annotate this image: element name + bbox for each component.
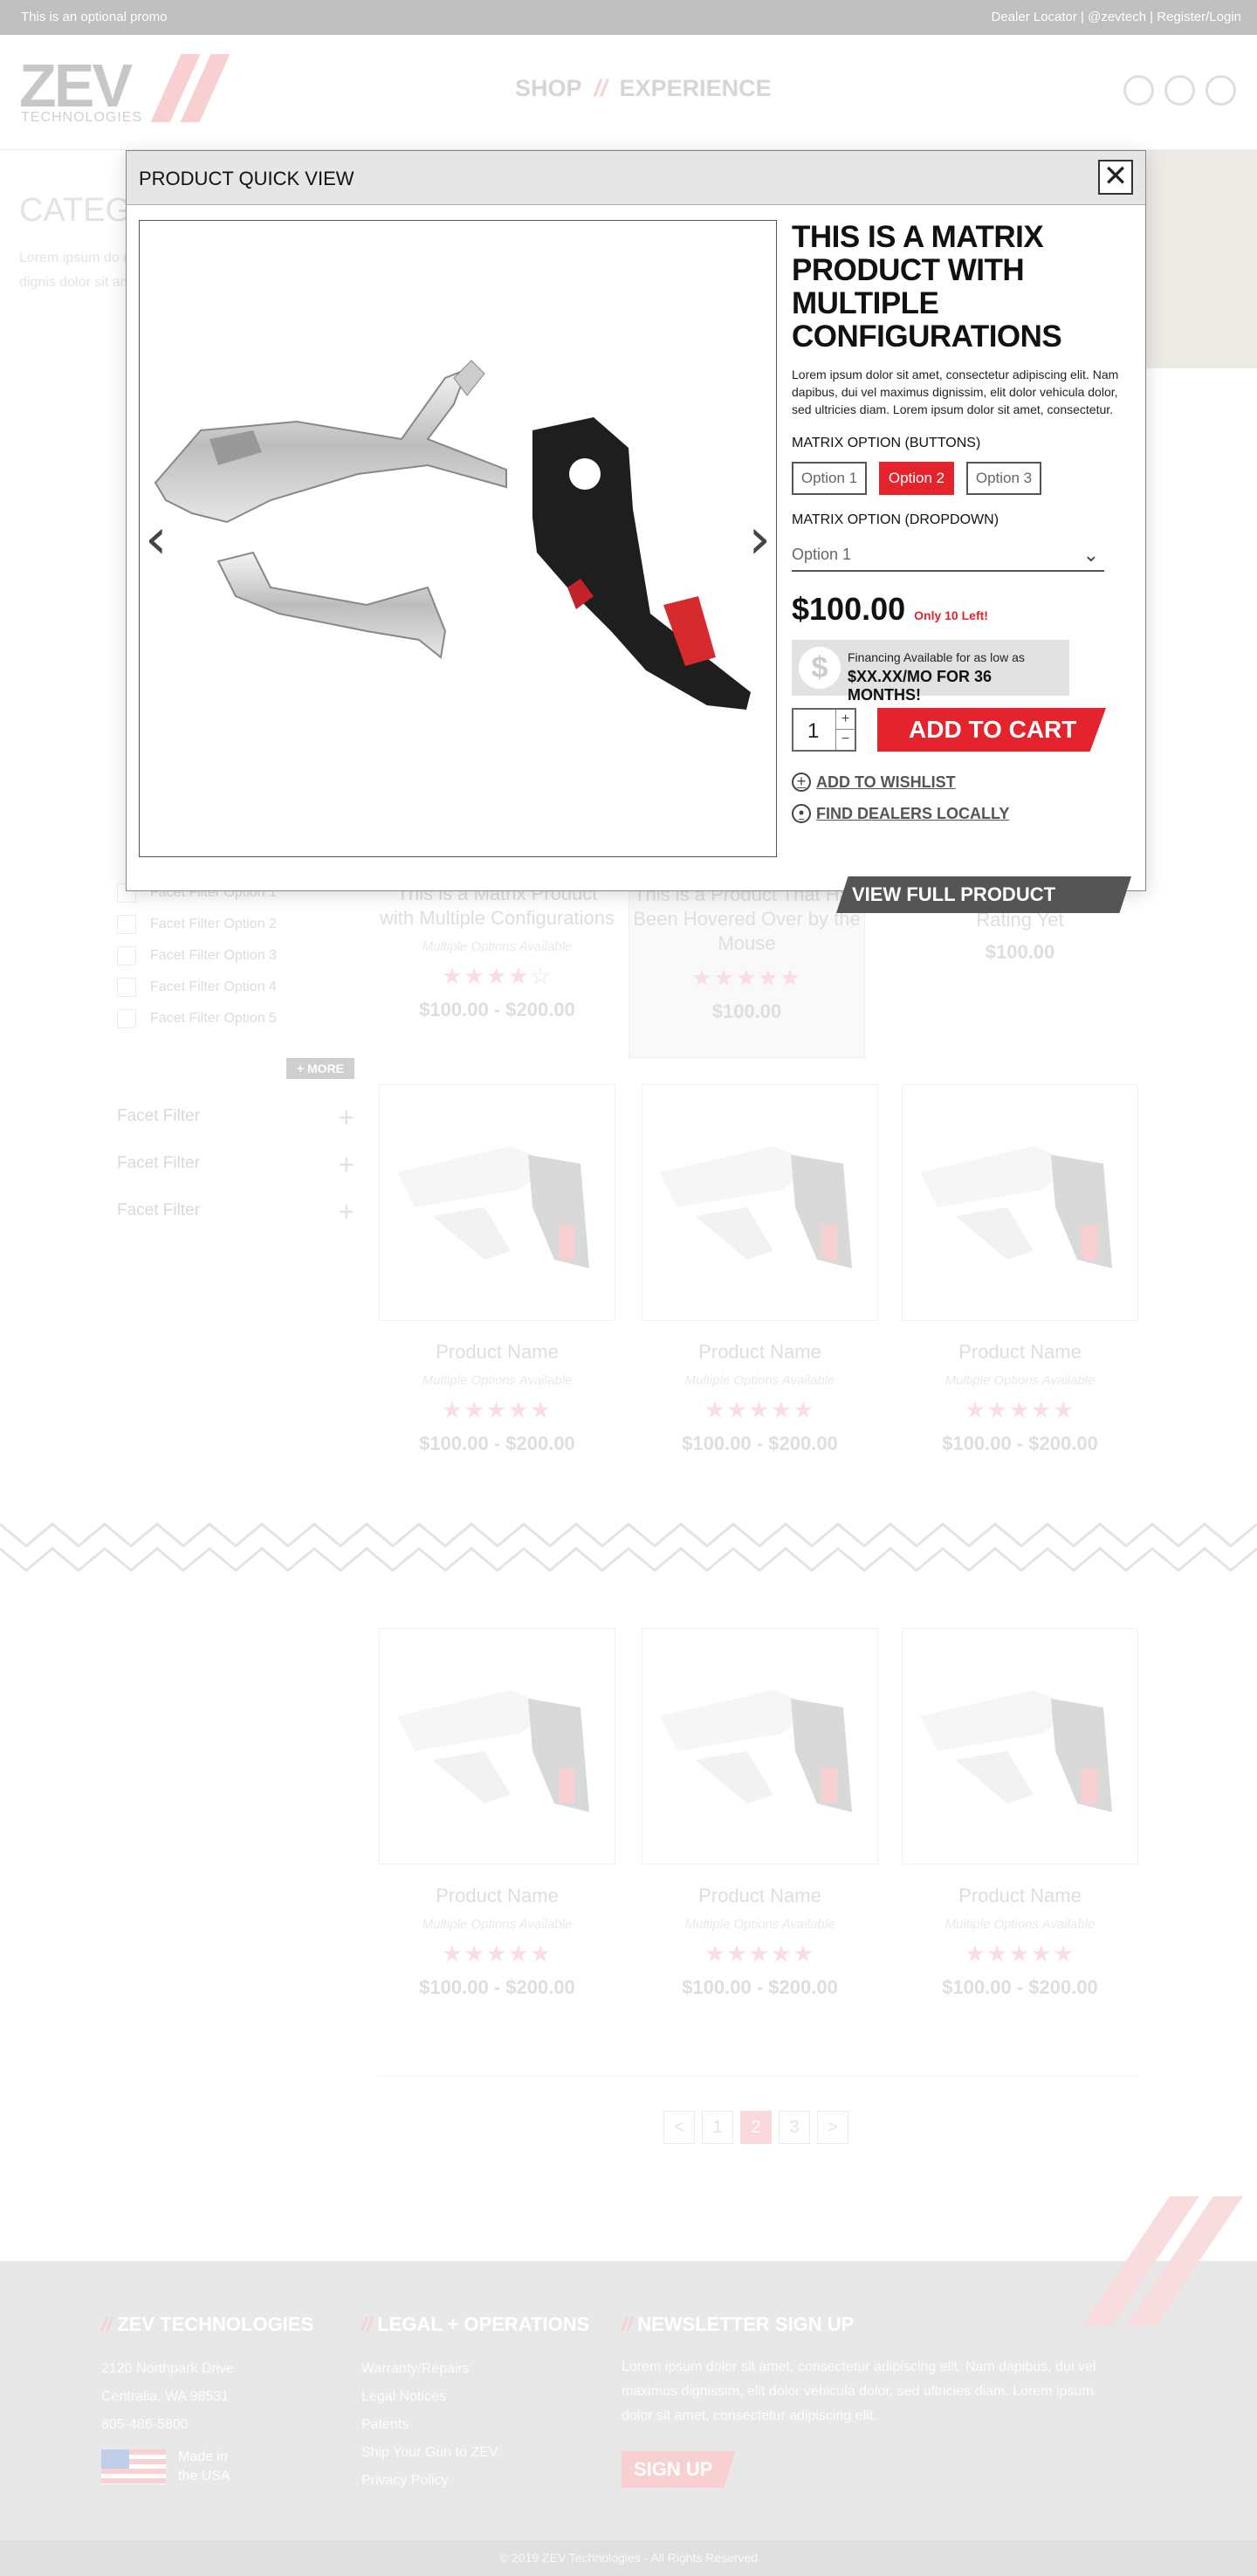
dropdown-value: Option 1 [792,546,852,563]
financing-banner[interactable]: $ Financing Available for as low as $XX.… [792,640,1069,704]
modal-title: PRODUCT QUICK VIEW [139,168,354,189]
quantity-plus-button[interactable]: + [835,710,855,730]
plus-circle-icon: + [792,773,811,792]
add-to-wishlist-link[interactable]: + ADD TO WISHLIST [792,773,1137,792]
chevron-down-icon: ⌄ [1082,544,1099,566]
quantity-stepper[interactable]: 1 + − [792,708,856,752]
view-full-details-button[interactable]: VIEW FULL PRODUCT DETAILS [836,876,1131,913]
dealers-label: FIND DEALERS LOCALLY [816,804,1010,822]
quantity-minus-button[interactable]: − [835,730,855,750]
product-gallery: ‹ › [139,220,777,857]
quantity-value[interactable]: 1 [807,719,819,744]
option-button-3[interactable]: Option 3 [966,462,1041,495]
option-dropdown-label: MATRIX OPTION (DROPDOWN) [792,512,999,527]
modal-header: PRODUCT QUICK VIEW ✕ [127,151,1145,205]
option-button-2-selected[interactable]: Option 2 [879,462,954,495]
find-dealers-link[interactable]: • FIND DEALERS LOCALLY [792,804,1137,823]
financing-text: Financing Available for as low as [848,650,1025,664]
stock-notice: Only 10 Left! [914,608,988,622]
product-info: THIS IS A MATRIX PRODUCT WITH MULTIPLE C… [792,221,1137,823]
dollar-coin-icon: $ [799,647,841,689]
price-row: $100.00 Only 10 Left! [792,591,1137,628]
product-title: THIS IS A MATRIX PRODUCT WITH MULTIPLE C… [792,220,1062,354]
gallery-prev-arrow[interactable]: ‹ [145,512,168,567]
location-pin-icon: • [792,804,811,823]
option-button-1[interactable]: Option 1 [792,462,867,495]
cart-row: 1 + − ADD TO CART [792,708,1137,752]
option-buttons-label: MATRIX OPTION (BUTTONS) [792,436,981,450]
financing-amount: $XX.XX/MO FOR 36 MONTHS! [848,668,993,704]
quick-view-modal: PRODUCT QUICK VIEW ✕ ‹ › THIS IS A MATRI… [126,150,1146,891]
wishlist-label: ADD TO WISHLIST [816,773,956,791]
product-price: $100.00 [792,591,906,627]
option-buttons: Option 1 Option 2 Option 3 [792,462,1137,495]
product-description: Lorem ipsum dolor sit amet, consectetur … [792,368,1119,416]
gallery-next-arrow[interactable]: › [748,512,771,567]
close-icon[interactable]: ✕ [1098,160,1133,195]
option-dropdown[interactable]: Option 1 ⌄ [792,539,1104,572]
add-to-cart-button[interactable]: ADD TO CART [877,708,1106,752]
trigger-product-image [154,360,751,710]
